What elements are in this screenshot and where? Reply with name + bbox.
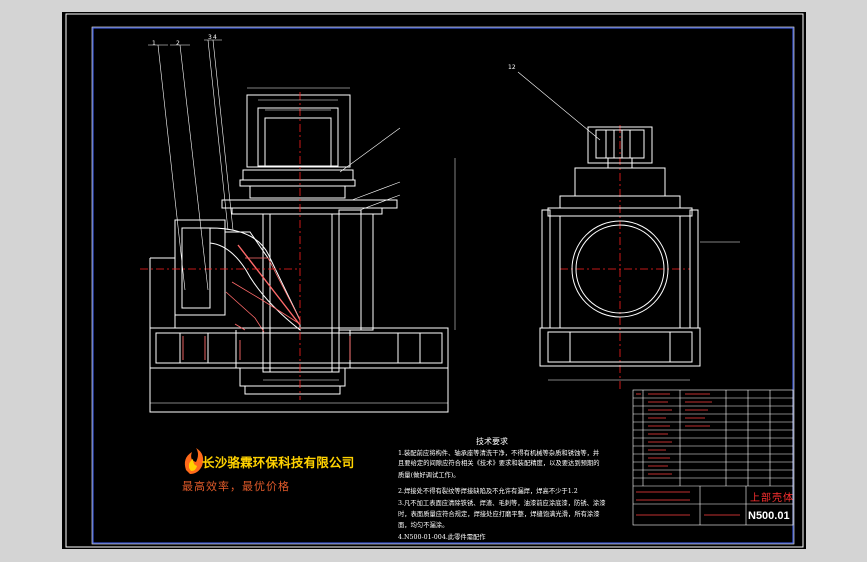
callout-1: 1 (152, 40, 156, 47)
company-name: 长沙骆霖环保科技有限公司 (202, 455, 355, 470)
tech-requirement-line: 时，表面质量应符合规定，焊接处应打磨平整，焊缝饱满光滑，所有涂漆 (398, 511, 600, 518)
tech-requirement-line: 质量(做好调试工作)。 (398, 472, 460, 479)
side-view (539, 126, 701, 367)
tech-requirement-line: 面，均匀不漏涂。 (398, 522, 449, 529)
center-lines (140, 92, 690, 400)
callout-3: 3 (208, 34, 212, 41)
drawing-number: N500.01 (748, 510, 790, 522)
tech-requirement-line: 且要给定的间隙应符合相关《技术》要求和装配精度，以及要达到预期的 (398, 460, 600, 467)
tech-requirement-line: 2.焊接处不得有裂纹等焊接缺陷及不允许有漏焊，焊高不少于1.2 (398, 488, 578, 495)
tech-requirement-line: 4.N500-01-004.此零件需配作 (398, 534, 486, 541)
callout-4: 4 (213, 34, 217, 41)
title-block-text-marks (636, 393, 740, 516)
tech-requirement-line: 3.凡不加工表面应清除铁锈、焊渣、毛刺等，油漆前应涂底漆，防锈、涂漆 (398, 500, 606, 507)
cad-screenshot: 1 2 3 4 12 长沙骆霖环保科技有限公司 最高效率，最优价格 技术要求 1… (0, 0, 867, 562)
company-slogan: 最高效率，最优价格 (182, 480, 290, 493)
part-name: 上部壳体 (750, 493, 794, 504)
tech-requirement-line: 1.装配前应将构件、轴承座等清洗干净，不得有机械等杂质和锈蚀等，并 (398, 450, 600, 457)
front-section-view (149, 94, 449, 413)
leader-lines (148, 39, 601, 291)
callout-2: 2 (176, 40, 180, 47)
tech-requirements-title: 技术要求 (476, 437, 508, 446)
company-logo-icon (184, 448, 204, 474)
callout-12: 12 (508, 64, 516, 71)
